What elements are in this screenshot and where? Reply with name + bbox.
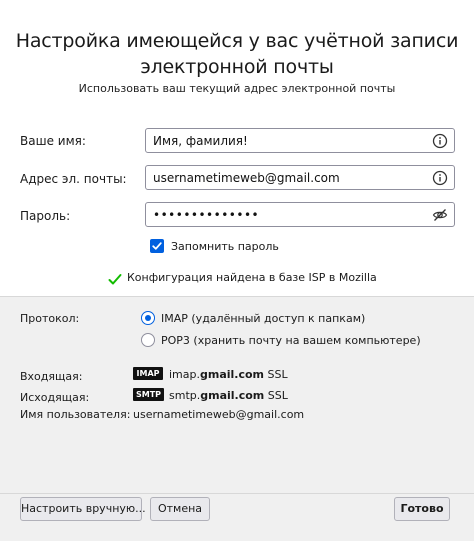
cancel-button[interactable]: Отмена <box>150 497 210 521</box>
outgoing-server: smtp.gmail.com SSL <box>169 389 288 402</box>
imap-radio-label[interactable]: IMAP (удалённый доступ к папкам) <box>161 312 365 325</box>
password-field[interactable]: •••••••••••••• <box>145 202 455 227</box>
outgoing-label: Исходящая: <box>20 391 90 404</box>
page-title: Настройка имеющейся у вас учётной записи <box>15 30 459 52</box>
remember-password-label[interactable]: Запомнить пароль <box>171 240 279 253</box>
username-value: usernametimeweb@gmail.com <box>133 408 305 421</box>
name-value: Имя, фамилия! <box>153 134 248 148</box>
checkmark-icon <box>108 271 122 290</box>
email-value: usernametimeweb@gmail.com <box>153 171 340 185</box>
pop3-radio[interactable] <box>141 333 155 347</box>
name-field[interactable]: Имя, фамилия! <box>145 128 455 153</box>
config-status-text: Конфигурация найдена в базе ISP в Mozill… <box>127 271 377 284</box>
done-button[interactable]: Готово <box>394 497 450 521</box>
divider <box>0 296 474 297</box>
imap-radio[interactable] <box>141 311 155 325</box>
password-label: Пароль: <box>20 209 71 223</box>
name-label: Ваше имя: <box>20 134 86 148</box>
incoming-server: imap.gmail.com SSL <box>169 368 288 381</box>
protocol-label: Протокол: <box>20 312 80 325</box>
email-label: Адрес эл. почты: <box>20 172 127 186</box>
page-title-line2: электронной почты <box>140 56 334 78</box>
email-field[interactable]: usernametimeweb@gmail.com <box>145 165 455 190</box>
manual-config-button[interactable]: Настроить вручную... <box>20 497 146 521</box>
pop3-radio-label[interactable]: POP3 (хранить почту на вашем компьютере) <box>161 334 421 347</box>
info-icon[interactable] <box>432 170 448 186</box>
remember-password-checkbox[interactable] <box>150 239 164 253</box>
username-label: Имя пользователя: <box>20 408 131 421</box>
page-subtitle: Использовать ваш текущий адрес электронн… <box>78 82 396 95</box>
password-value: •••••••••••••• <box>153 208 260 222</box>
footer-divider <box>0 493 474 494</box>
imap-badge: IMAP <box>133 367 163 380</box>
info-icon[interactable] <box>432 133 448 149</box>
eye-slash-icon[interactable] <box>432 207 448 223</box>
incoming-label: Входящая: <box>20 370 83 383</box>
smtp-badge: SMTP <box>133 388 164 401</box>
